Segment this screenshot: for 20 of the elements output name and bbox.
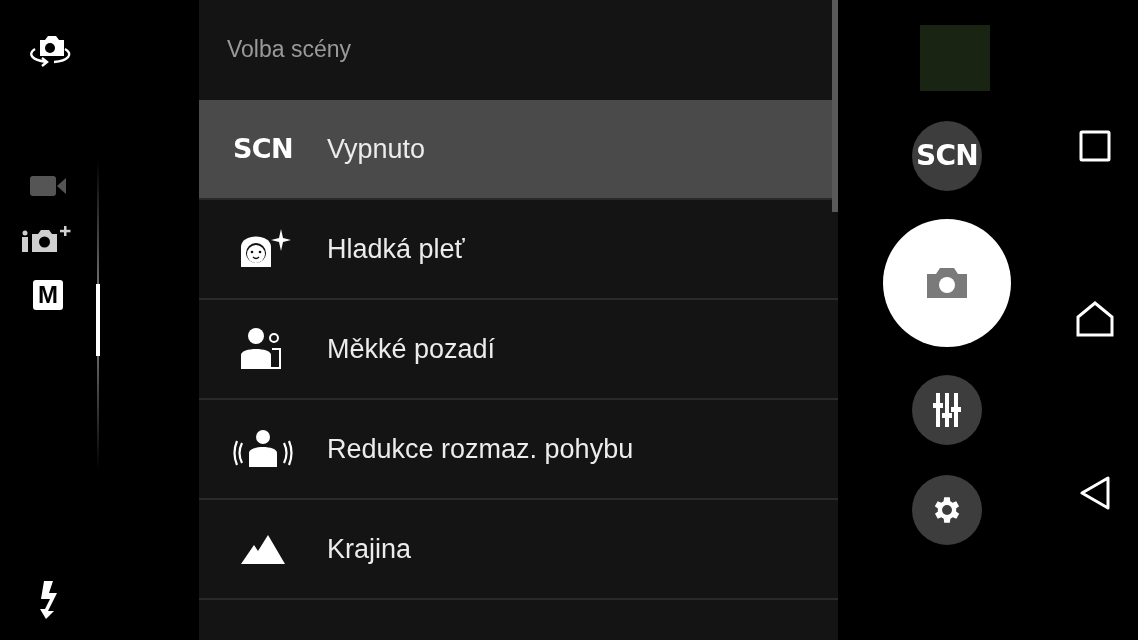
- scene-label: Krajina: [327, 532, 412, 566]
- scene-label: Měkké pozadí: [327, 332, 496, 366]
- menu-title: Volba scény: [227, 34, 352, 64]
- camera-icon: [925, 266, 969, 300]
- person-motion-icon: [233, 429, 293, 469]
- scene-off-label: SCN: [233, 131, 293, 166]
- recents-button[interactable]: [1079, 129, 1111, 162]
- flash-icon[interactable]: [38, 581, 60, 619]
- manual-mode-button[interactable]: M: [33, 280, 63, 310]
- mountains-icon: [241, 533, 285, 565]
- back-button[interactable]: [1079, 476, 1111, 511]
- home-button[interactable]: [1076, 301, 1114, 337]
- mode-indicator: [96, 284, 100, 356]
- scene-label: Vypnuto: [327, 132, 426, 166]
- sliders-icon: [933, 393, 961, 427]
- photo-thumbnail[interactable]: [920, 25, 990, 91]
- scene-button[interactable]: SCN: [912, 121, 982, 191]
- scene-label: Hladká pleť: [327, 232, 465, 266]
- video-camera-icon[interactable]: [28, 174, 68, 198]
- scene-label: Redukce rozmaz. pohybu: [327, 432, 634, 466]
